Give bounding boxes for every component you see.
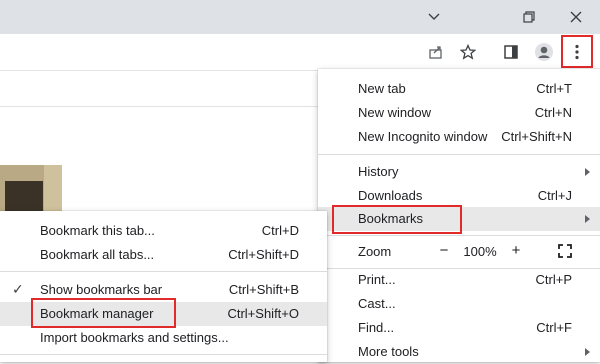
zoom-value: 100% bbox=[463, 244, 497, 259]
page-divider bbox=[0, 106, 320, 107]
menu-item-shortcut: Ctrl+D bbox=[261, 223, 299, 238]
menu-item-label: Cast... bbox=[358, 296, 396, 311]
chevron-down-icon[interactable] bbox=[420, 4, 448, 30]
menu-item-import-bookmarks[interactable]: Import bookmarks and settings... bbox=[0, 326, 327, 350]
kebab-highlight-box bbox=[561, 35, 593, 68]
menu-item-new-window[interactable]: New window Ctrl+N bbox=[318, 101, 600, 125]
zoom-label: Zoom bbox=[358, 244, 392, 259]
menu-item-label: Import bookmarks and settings... bbox=[40, 330, 229, 345]
menu-item-bookmark-this-tab[interactable]: Bookmark this tab... Ctrl+D bbox=[0, 219, 327, 243]
menu-item-label: Bookmark all tabs... bbox=[40, 247, 155, 262]
submenu-arrow-icon bbox=[585, 348, 590, 356]
menu-separator bbox=[0, 271, 327, 272]
menu-separator bbox=[0, 354, 327, 355]
bookmarks-highlight-box bbox=[332, 205, 462, 234]
bookmark-manager-highlight-box bbox=[31, 298, 176, 328]
menu-item-new-tab[interactable]: New tab Ctrl+T bbox=[318, 77, 600, 101]
menu-item-label: New Incognito window bbox=[358, 129, 488, 144]
menu-separator bbox=[318, 154, 600, 155]
menu-item-label: New tab bbox=[358, 81, 406, 96]
side-panel-icon[interactable] bbox=[496, 37, 526, 67]
menu-item-label: More tools bbox=[358, 344, 419, 359]
menu-separator bbox=[318, 235, 600, 236]
menu-item-cast[interactable]: Cast... bbox=[318, 292, 600, 316]
menu-item-shortcut: Ctrl+P bbox=[535, 272, 572, 287]
close-icon[interactable] bbox=[562, 4, 590, 30]
menu-item-label: Bookmark this tab... bbox=[40, 223, 155, 238]
menu-item-new-incognito-window[interactable]: New Incognito window Ctrl+Shift+N bbox=[318, 125, 600, 149]
menu-item-more-tools[interactable]: More tools bbox=[318, 340, 600, 364]
bookmarks-submenu: Bookmark this tab... Ctrl+D Bookmark all… bbox=[0, 211, 327, 362]
menu-item-shortcut: Ctrl+F bbox=[536, 320, 572, 335]
menu-item-label: Downloads bbox=[358, 188, 423, 203]
restore-icon[interactable] bbox=[515, 4, 543, 30]
browser-toolbar bbox=[0, 34, 600, 71]
menu-item-shortcut: Ctrl+N bbox=[534, 105, 572, 120]
submenu-arrow-icon bbox=[585, 168, 590, 176]
menu-item-label: History bbox=[358, 164, 399, 179]
zoom-row: Zoom − 100% + bbox=[318, 240, 600, 264]
menu-item-shortcut: Ctrl+Shift+B bbox=[228, 282, 299, 297]
menu-item-shortcut: Ctrl+T bbox=[536, 81, 572, 96]
zoom-out-button[interactable]: − bbox=[434, 242, 454, 259]
menu-item-shortcut: Ctrl+Shift+N bbox=[501, 129, 572, 144]
menu-item-label: Show bookmarks bar bbox=[40, 282, 163, 297]
menu-item-shortcut: Ctrl+Shift+D bbox=[228, 247, 299, 262]
menu-item-find[interactable]: Find... Ctrl+F bbox=[318, 316, 600, 340]
menu-item-label: Print... bbox=[358, 272, 396, 287]
star-icon[interactable] bbox=[453, 37, 483, 67]
checkmark-icon: ✓ bbox=[12, 281, 24, 297]
menu-item-print[interactable]: Print... Ctrl+P bbox=[318, 268, 600, 292]
menu-item-shortcut: Ctrl+J bbox=[537, 188, 572, 203]
profile-icon[interactable] bbox=[529, 37, 559, 67]
share-icon[interactable] bbox=[421, 37, 451, 67]
title-bar bbox=[0, 0, 600, 34]
menu-item-label: Find... bbox=[358, 320, 395, 335]
menu-item-history[interactable]: History bbox=[318, 160, 600, 184]
submenu-arrow-icon bbox=[585, 215, 590, 223]
fullscreen-icon[interactable] bbox=[558, 244, 572, 258]
chrome-main-menu: New tab Ctrl+T New window Ctrl+N New Inc… bbox=[318, 69, 600, 362]
menu-item-bookmark-all-tabs[interactable]: Bookmark all tabs... Ctrl+Shift+D bbox=[0, 243, 327, 267]
menu-item-shortcut: Ctrl+Shift+O bbox=[227, 306, 299, 321]
menu-item-label: New window bbox=[358, 105, 431, 120]
zoom-in-button[interactable]: + bbox=[506, 242, 526, 259]
